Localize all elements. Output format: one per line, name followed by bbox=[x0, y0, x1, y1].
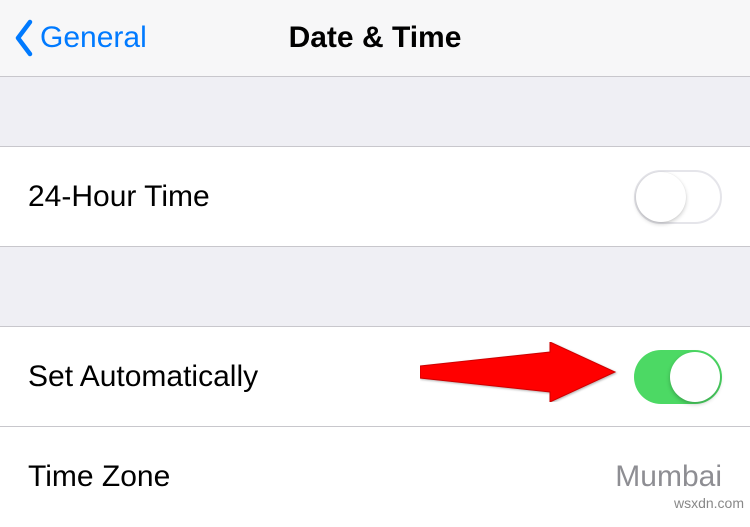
row-label: Set Automatically bbox=[28, 360, 258, 394]
chevron-left-icon bbox=[12, 18, 36, 58]
back-label: General bbox=[40, 21, 147, 55]
toggle-24-hour-time[interactable] bbox=[634, 170, 722, 224]
watermark: wsxdn.com bbox=[674, 495, 744, 511]
row-set-automatically: Set Automatically bbox=[0, 327, 750, 427]
section-spacer bbox=[0, 247, 750, 327]
back-button[interactable]: General bbox=[0, 18, 147, 58]
toggle-knob bbox=[636, 172, 686, 222]
row-label: 24-Hour Time bbox=[28, 180, 210, 214]
toggle-knob bbox=[670, 352, 720, 402]
toggle-set-automatically[interactable] bbox=[634, 350, 722, 404]
page-title: Date & Time bbox=[289, 21, 462, 55]
section-spacer bbox=[0, 77, 750, 147]
row-time-zone[interactable]: Time Zone Mumbai bbox=[0, 427, 750, 527]
navigation-bar: General Date & Time bbox=[0, 0, 750, 77]
row-value: Mumbai bbox=[615, 460, 722, 494]
row-24-hour-time: 24-Hour Time bbox=[0, 147, 750, 247]
row-label: Time Zone bbox=[28, 460, 170, 494]
